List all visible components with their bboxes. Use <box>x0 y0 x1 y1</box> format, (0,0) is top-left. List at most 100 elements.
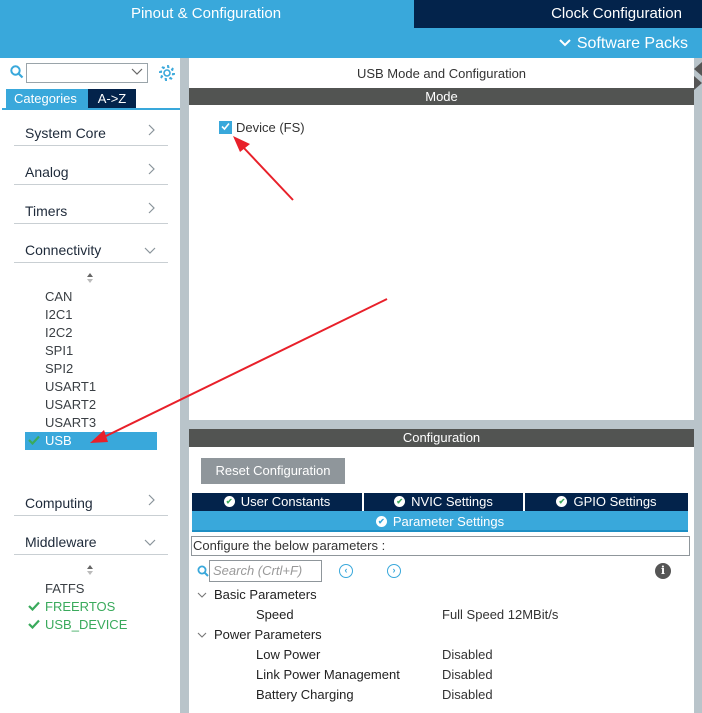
sort-updown-icon[interactable] <box>0 272 180 288</box>
category-middleware[interactable]: Middleware <box>14 529 168 555</box>
category-system-core[interactable]: System Core <box>14 120 168 146</box>
category-label: Timers <box>25 203 68 219</box>
software-packs-menu[interactable]: Software Packs <box>559 34 688 54</box>
list-item-usart2[interactable]: USART2 <box>0 396 180 414</box>
list-item-usart1[interactable]: USART1 <box>0 378 180 396</box>
configuration-header: Configuration <box>189 429 694 447</box>
panel-title: USB Mode and Configuration <box>356 66 527 81</box>
category-label: System Core <box>25 125 106 141</box>
category-label: Middleware <box>25 534 97 550</box>
check-icon <box>28 616 40 634</box>
configuration-panel: Configuration Reset Configuration ✔ User … <box>189 429 694 713</box>
group-label: Power Parameters <box>214 627 322 642</box>
group-label: Basic Parameters <box>214 587 317 602</box>
group-power-parameters[interactable]: Power Parameters <box>197 626 322 644</box>
sidebar-search-row <box>8 63 180 83</box>
param-battery-charging-value[interactable]: Disabled <box>442 686 493 704</box>
category-label: Computing <box>25 495 93 511</box>
group-basic-parameters[interactable]: Basic Parameters <box>197 586 317 604</box>
category-computing[interactable]: Computing <box>14 490 168 516</box>
device-fs-label: Device (FS) <box>236 120 305 135</box>
tab-parameter-settings[interactable]: ✔ Parameter Settings <box>192 511 688 532</box>
chevron-down-icon <box>559 34 571 54</box>
category-timers[interactable]: Timers <box>14 198 168 224</box>
list-item-usb-device[interactable]: USB_DEVICE <box>0 616 180 634</box>
list-item-usart3[interactable]: USART3 <box>0 414 180 432</box>
chevron-down-icon <box>144 242 156 258</box>
next-match-icon[interactable]: › <box>387 564 401 578</box>
chevron-down-icon <box>197 591 207 602</box>
gear-icon[interactable] <box>158 64 176 82</box>
list-item-i2c2[interactable]: I2C2 <box>0 324 180 342</box>
check-circle-icon: ✔ <box>394 496 406 508</box>
tab-clock-configuration[interactable]: Clock Configuration <box>414 0 702 28</box>
list-item-fatfs[interactable]: FATFS <box>0 580 180 598</box>
sidebar: Categories A->Z System Core Analog Timer… <box>0 58 180 713</box>
chevron-right-icon <box>148 201 156 217</box>
list-item-can[interactable]: CAN <box>0 288 180 306</box>
category-label: Connectivity <box>25 242 102 258</box>
chevron-right-icon <box>148 162 156 178</box>
tab-user-constants[interactable]: ✔ User Constants <box>192 493 362 511</box>
top-bar: Pinout & Configuration Clock Configurati… <box>0 0 702 58</box>
category-label: Analog <box>25 164 69 180</box>
tab-a-to-z[interactable]: A->Z <box>88 89 136 108</box>
check-circle-icon: ✔ <box>375 516 387 528</box>
sidebar-search-combo[interactable] <box>26 63 148 83</box>
param-low-power-value[interactable]: Disabled <box>442 646 493 664</box>
param-lpm-name: Link Power Management <box>256 667 400 682</box>
category-connectivity[interactable]: Connectivity <box>14 237 168 263</box>
chevron-right-icon <box>148 123 156 139</box>
tab-label: User Constants <box>240 494 331 509</box>
list-item-spi2[interactable]: SPI2 <box>0 360 180 378</box>
param-speed-name: Speed <box>256 607 294 622</box>
param-battery-charging-name: Battery Charging <box>256 687 354 702</box>
expand-right-icon[interactable] <box>694 76 702 90</box>
chevron-down-icon[interactable] <box>131 66 143 79</box>
parameter-search-input[interactable]: Search (Crtl+F) <box>209 560 322 582</box>
software-packs-label: Software Packs <box>576 35 688 52</box>
check-circle-icon: ✔ <box>223 496 235 508</box>
list-item-label: USB_DEVICE <box>45 617 128 632</box>
check-circle-icon: ✔ <box>556 496 568 508</box>
chevron-right-icon <box>148 493 156 509</box>
device-fs-checkbox[interactable] <box>219 121 232 134</box>
list-item-label: USB <box>45 433 72 448</box>
collapse-left-icon[interactable] <box>694 62 702 76</box>
list-item-usb[interactable]: USB <box>25 432 157 450</box>
search-icon <box>10 65 24 79</box>
param-low-power-name: Low Power <box>256 647 321 662</box>
param-speed-value[interactable]: Full Speed 12MBit/s <box>442 606 558 624</box>
list-item-i2c1[interactable]: I2C1 <box>0 306 180 324</box>
tab-label: NVIC Settings <box>411 494 493 509</box>
reset-configuration-button[interactable]: Reset Configuration <box>201 458 345 484</box>
sidebar-scrollbar[interactable] <box>180 58 188 713</box>
tab-label: GPIO Settings <box>573 494 657 509</box>
middleware-list: FATFS FREERTOS USB_DEVICE <box>0 564 180 634</box>
tab-label: Parameter Settings <box>392 514 505 529</box>
list-item-label: FREERTOS <box>45 599 116 614</box>
check-icon <box>28 432 40 450</box>
category-tabs: Categories A->Z <box>6 89 136 108</box>
check-icon <box>28 598 40 616</box>
category-analog[interactable]: Analog <box>14 159 168 185</box>
list-item-freertos[interactable]: FREERTOS <box>0 598 180 616</box>
mode-panel: USB Mode and Configuration Mode Device (… <box>189 58 694 420</box>
sort-updown-icon[interactable] <box>0 564 180 580</box>
param-lpm-value[interactable]: Disabled <box>442 666 493 684</box>
connectivity-list: CAN I2C1 I2C2 SPI1 SPI2 USART1 USART2 US… <box>0 272 180 450</box>
previous-match-icon[interactable]: ‹ <box>339 564 353 578</box>
right-scrollbar[interactable] <box>694 58 702 713</box>
tab-gpio-settings[interactable]: ✔ GPIO Settings <box>525 493 688 511</box>
chevron-down-icon <box>144 534 156 550</box>
config-tabs: ✔ User Constants ✔ NVIC Settings ✔ GPIO Set… <box>192 493 688 511</box>
info-icon[interactable]: i <box>655 563 671 579</box>
tab-categories[interactable]: Categories <box>6 89 88 108</box>
search-icon <box>197 565 209 577</box>
tab-pinout-configuration[interactable]: Pinout & Configuration <box>0 0 412 28</box>
tab-underline <box>2 108 180 110</box>
list-item-spi1[interactable]: SPI1 <box>0 342 180 360</box>
mode-header: Mode <box>189 88 694 105</box>
chevron-down-icon <box>197 631 207 642</box>
tab-nvic-settings[interactable]: ✔ NVIC Settings <box>364 493 523 511</box>
